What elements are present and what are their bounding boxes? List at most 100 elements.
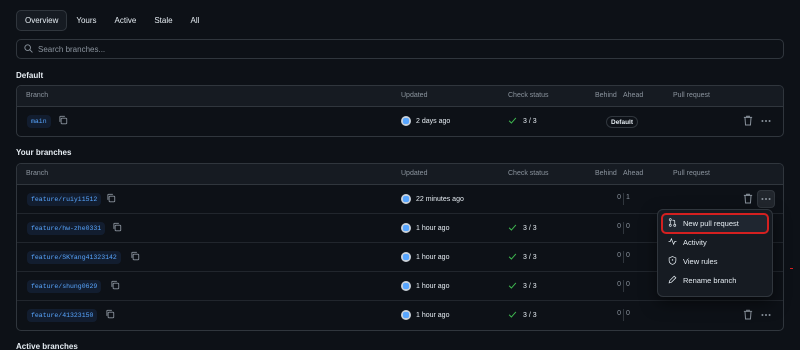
- menu-item-view-rules[interactable]: View rules: [662, 252, 768, 271]
- updated-time: 1 hour ago: [416, 311, 450, 319]
- column-pull-request: Pull request: [673, 170, 710, 177]
- updated-time: 1 hour ago: [416, 253, 450, 261]
- copy-icon[interactable]: [130, 251, 142, 263]
- trash-icon[interactable]: [743, 193, 753, 205]
- menu-item-new-pull-request[interactable]: New pull request: [661, 213, 769, 234]
- check-status[interactable]: 3 / 3: [508, 116, 537, 127]
- check-status[interactable]: 3 / 3: [508, 310, 537, 321]
- table-header: Branch Updated Check status Behind Ahead…: [17, 164, 783, 185]
- check-icon: [508, 116, 517, 127]
- updated-cell: 1 hour ago: [401, 252, 449, 262]
- branch-name-link[interactable]: feature/hw-zhe0331: [27, 222, 106, 235]
- kebab-icon: [761, 198, 771, 200]
- updated-cell: 1 hour ago: [401, 223, 449, 233]
- copy-icon[interactable]: [110, 280, 122, 292]
- column-updated: Updated: [401, 92, 428, 99]
- avatar: [401, 223, 411, 233]
- more-options-button[interactable]: [757, 190, 775, 208]
- tab-overview[interactable]: Overview: [16, 10, 68, 31]
- annotation-mark: [790, 268, 793, 269]
- column-pull-request: Pull request: [673, 92, 710, 99]
- section-title-active-branches: Active branches: [16, 342, 78, 350]
- default-branch-table: Branch Updated Check status Behind Ahead…: [16, 85, 784, 137]
- table-row: feature/41323150 1 hour ago 3 / 3 0 0: [17, 301, 783, 330]
- avatar: [401, 310, 411, 320]
- column-check-status: Check status: [508, 92, 549, 99]
- menu-item-activity[interactable]: Activity: [662, 233, 768, 252]
- column-ahead: Ahead: [623, 92, 644, 99]
- copy-icon[interactable]: [112, 222, 124, 234]
- trash-icon[interactable]: [743, 115, 753, 127]
- copy-icon[interactable]: [105, 309, 117, 321]
- column-behind: Behind: [595, 92, 617, 99]
- tab-active[interactable]: Active: [106, 10, 146, 31]
- updated-cell: 2 days ago: [401, 116, 450, 126]
- behind-count: 0: [617, 310, 621, 317]
- default-badge: Default: [606, 116, 639, 128]
- copy-icon[interactable]: [106, 193, 118, 205]
- branch-name-link[interactable]: main: [27, 115, 51, 128]
- tab-all[interactable]: All: [182, 10, 209, 31]
- behind-count: 0: [617, 252, 621, 259]
- more-options-button[interactable]: [757, 112, 775, 130]
- kebab-icon: [761, 120, 771, 122]
- check-count: 3 / 3: [523, 283, 537, 290]
- ahead-count: 0: [626, 281, 630, 288]
- check-status[interactable]: 3 / 3: [508, 252, 537, 263]
- trash-icon[interactable]: [743, 309, 753, 321]
- ahead-behind-divider: [623, 222, 624, 234]
- avatar: [401, 116, 411, 126]
- updated-time: 1 hour ago: [416, 224, 450, 232]
- behind-count: 0: [617, 194, 621, 201]
- kebab-icon: [761, 314, 771, 316]
- branch-name-link[interactable]: feature/ruiyi1512: [27, 193, 102, 206]
- branch-filter-tabs: Overview Yours Active Stale All: [16, 10, 208, 31]
- ahead-count: 0: [626, 223, 630, 230]
- updated-time: 22 minutes ago: [416, 195, 464, 203]
- pulse-icon: [668, 237, 677, 248]
- column-updated: Updated: [401, 170, 428, 177]
- table-header: Branch Updated Check status Behind Ahead…: [17, 86, 783, 107]
- branch-name-link[interactable]: feature/41323150: [27, 309, 98, 322]
- updated-cell: 1 hour ago: [401, 281, 449, 291]
- menu-item-label: Activity: [683, 238, 707, 247]
- check-count: 3 / 3: [523, 118, 537, 125]
- tab-yours[interactable]: Yours: [67, 10, 105, 31]
- section-title-your-branches: Your branches: [16, 148, 72, 157]
- pencil-icon: [668, 275, 677, 286]
- menu-item-label: View rules: [683, 257, 718, 266]
- check-icon: [508, 223, 517, 234]
- avatar: [401, 252, 411, 262]
- branch-name-link[interactable]: feature/SKYang41323142: [27, 251, 121, 264]
- check-status[interactable]: 3 / 3: [508, 281, 537, 292]
- check-count: 3 / 3: [523, 312, 537, 319]
- pull-request-icon: [668, 218, 677, 229]
- copy-icon[interactable]: [58, 115, 70, 127]
- search-icon: [24, 43, 33, 55]
- tab-stale[interactable]: Stale: [145, 10, 181, 31]
- ahead-behind-divider: [623, 251, 624, 263]
- check-status[interactable]: 3 / 3: [508, 223, 537, 234]
- ahead-count: 1: [626, 194, 630, 201]
- search-box[interactable]: [16, 39, 784, 59]
- check-icon: [508, 281, 517, 292]
- more-options-button[interactable]: [757, 306, 775, 324]
- menu-item-label: New pull request: [683, 219, 739, 228]
- check-icon: [508, 310, 517, 321]
- behind-count: 0: [617, 281, 621, 288]
- branch-actions-menu: New pull request Activity View rules Ren…: [657, 209, 773, 297]
- column-branch: Branch: [26, 170, 49, 177]
- updated-cell: 1 hour ago: [401, 310, 449, 320]
- branch-name-link[interactable]: feature/shung0629: [27, 280, 102, 293]
- search-input[interactable]: [38, 44, 738, 54]
- menu-item-rename-branch[interactable]: Rename branch: [662, 271, 768, 290]
- avatar: [401, 194, 411, 204]
- table-row: main 2 days ago 3 / 3 Default: [17, 107, 783, 136]
- check-count: 3 / 3: [523, 254, 537, 261]
- shield-icon: [668, 256, 677, 267]
- column-branch: Branch: [26, 92, 49, 99]
- behind-count: 0: [617, 223, 621, 230]
- avatar: [401, 281, 411, 291]
- section-title-default: Default: [16, 71, 44, 80]
- ahead-count: 0: [626, 310, 630, 317]
